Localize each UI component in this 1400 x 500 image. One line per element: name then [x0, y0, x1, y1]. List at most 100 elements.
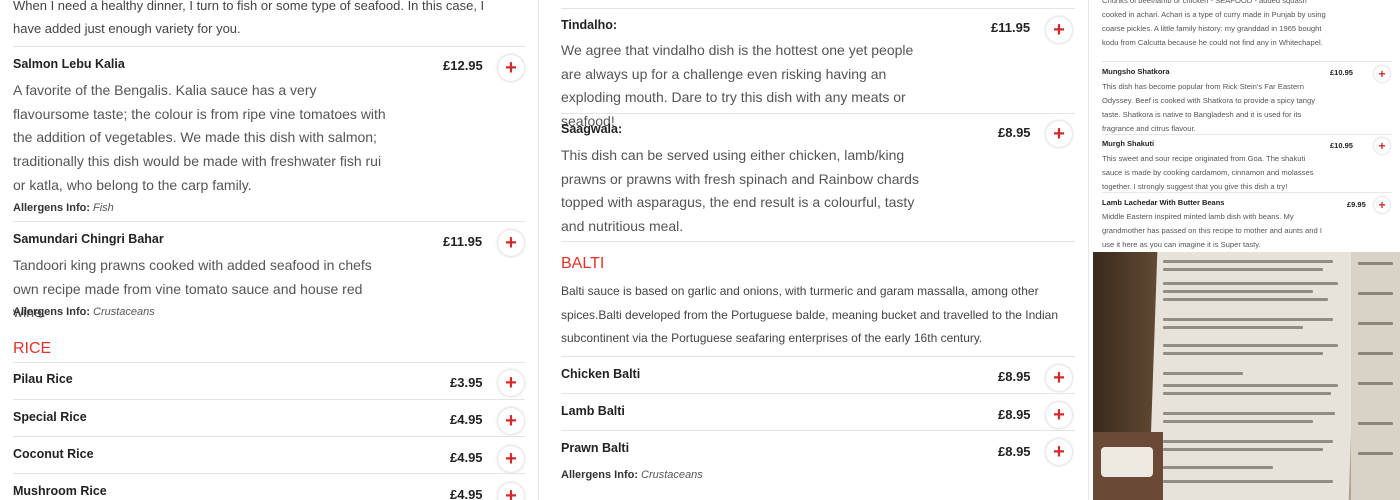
photo-text-line [1163, 412, 1335, 415]
item-name: Salmon Lebu Kalia [13, 57, 125, 71]
photo-text-line [1358, 382, 1393, 385]
menu-item-samundari-chingri-bahar: Samundari Chingri Bahar £11.95 + Tandoor… [13, 221, 525, 327]
item-price: £4.95 [450, 487, 483, 500]
add-to-cart-button[interactable]: + [1374, 197, 1390, 213]
add-to-cart-button[interactable]: + [498, 55, 524, 81]
item-name: Mungsho Shatkora [1102, 67, 1170, 76]
item-name: Coconut Rice [13, 447, 94, 461]
item-name: Murgh Shakuti [1102, 139, 1155, 148]
add-to-cart-button[interactable]: + [1046, 365, 1072, 391]
menu-item-chicken-balti: Chicken Balti £8.95 + [561, 356, 1075, 393]
menu-item-pilau-rice: Pilau Rice £3.95 + [13, 362, 525, 399]
photo-text-line [1163, 372, 1243, 375]
item-description: This dish can be served using either chi… [561, 147, 919, 235]
photo-text-line [1163, 318, 1333, 321]
menu-panel-middle: Tindalho: £11.95 + We agree that vindalh… [541, 0, 1085, 500]
item-price: £10.95 [1330, 68, 1353, 77]
allergen-label: Allergens Info: [13, 306, 91, 318]
add-to-cart-button[interactable]: + [498, 483, 524, 500]
photo-text-line [1163, 260, 1333, 263]
item-name: Special Rice [13, 410, 87, 424]
photo-text-line [1358, 352, 1393, 355]
item-description: Middle Eastern inspired minted lamb dish… [1102, 212, 1322, 249]
photo-text-line [1163, 440, 1333, 443]
item-name: Mushroom Rice [13, 484, 107, 498]
item-price: £9.95 [1347, 200, 1366, 209]
menu-item-mushroom-rice: Mushroom Rice £4.95 + [13, 473, 525, 500]
balti-description: Balti sauce is based on garlic and onion… [561, 284, 1058, 346]
photo-text-line [1163, 268, 1323, 271]
item-name: Chicken Balti [561, 367, 641, 381]
photo-text-line [1163, 352, 1323, 355]
add-to-cart-button[interactable]: + [498, 408, 524, 434]
photo-text-line [1358, 292, 1393, 295]
menu-item-saagwala: Saagwala: £8.95 + This dish can be serve… [561, 113, 1075, 241]
photo-text-line [1163, 420, 1313, 423]
separator [561, 241, 1075, 243]
menu-item-lamb-balti: Lamb Balti £8.95 + [561, 393, 1075, 430]
add-to-cart-button[interactable]: + [498, 446, 524, 472]
item-name: Lamb Lachedar With Butter Beans [1102, 198, 1225, 207]
add-to-cart-button[interactable]: + [498, 230, 524, 256]
menu-paper-edge [1351, 252, 1400, 500]
photo-text-line [1163, 298, 1328, 301]
allergen-value: Crustaceans [93, 306, 155, 318]
mini-item-mungsho-shatkora: Mungsho Shatkora £10.95 + This dish has … [1102, 61, 1392, 134]
mini-menu-screenshot: Chunks of beef/lamb or chicken - SEAFOOD… [1093, 0, 1400, 252]
photo-text-line [1163, 344, 1338, 347]
printed-menu-photo [1093, 252, 1400, 500]
photo-text-line [1163, 448, 1323, 451]
menu-item-prawn-balti: Prawn Balti £8.95 + Allergens Info: Crust… [561, 430, 1075, 490]
photo-text-line [1358, 422, 1393, 425]
item-price: £3.95 [450, 375, 483, 390]
allergen-value: Crustaceans [641, 469, 703, 481]
add-to-cart-button[interactable]: + [1046, 402, 1072, 428]
item-price: £8.95 [998, 125, 1031, 140]
add-to-cart-button[interactable]: + [1046, 439, 1072, 465]
add-to-cart-button[interactable]: + [1046, 121, 1072, 147]
item-price: £11.95 [443, 234, 483, 249]
item-name: Samundari Chingri Bahar [13, 232, 164, 246]
allergen-info: Allergens Info: Fish [13, 202, 114, 214]
photo-text-line [1163, 326, 1303, 329]
add-to-cart-button[interactable]: + [1374, 66, 1390, 82]
photo-text-line [1358, 452, 1393, 455]
allergen-value: Fish [93, 202, 114, 214]
section-title-rice: RICE [13, 340, 52, 357]
photo-text-line [1163, 282, 1338, 285]
item-price: £4.95 [450, 450, 483, 465]
allergen-label: Allergens Info: [13, 202, 91, 214]
photo-text-line [1163, 466, 1273, 469]
add-to-cart-button[interactable]: + [1046, 17, 1072, 43]
allergen-info: Allergens Info: Crustaceans [13, 306, 155, 318]
photo-text-line [1163, 392, 1331, 395]
add-to-cart-button[interactable]: + [1374, 138, 1390, 154]
item-name: Prawn Balti [561, 441, 630, 455]
column-divider [538, 0, 539, 500]
allergen-label: Allergens Info: [561, 469, 639, 481]
photo-text-line [1163, 384, 1338, 387]
menu-item-tindalho: Tindalho: £11.95 + We agree that vindalh… [561, 8, 1075, 129]
photo-text-line [1163, 290, 1313, 293]
cup [1101, 447, 1153, 477]
mini-intro-text: Chunks of beef/lamb or chicken - SEAFOOD… [1102, 0, 1326, 47]
item-name: Tindalho: [561, 18, 618, 32]
item-price: £8.95 [998, 444, 1031, 459]
add-to-cart-button[interactable]: + [498, 370, 524, 396]
item-name: Pilau Rice [13, 372, 73, 386]
item-price: £8.95 [998, 369, 1031, 384]
item-price: £8.95 [998, 407, 1031, 422]
photo-text-line [1358, 322, 1393, 325]
photo-text-line [1163, 480, 1333, 483]
item-name: Lamb Balti [561, 404, 625, 418]
mini-item-murgh-shakuti: Murgh Shakuti £10.95 + This sweet and so… [1102, 134, 1392, 192]
mini-item-lamb-lachedar: Lamb Lachedar With Butter Beans £9.95 + … [1102, 192, 1392, 252]
section-title-balti: BALTI [561, 255, 605, 272]
item-description: This dish has become popular from Rick S… [1102, 82, 1316, 133]
item-price: £10.95 [1330, 141, 1353, 150]
menu-item-coconut-rice: Coconut Rice £4.95 + [13, 436, 525, 473]
photo-text-line [1358, 262, 1393, 265]
item-price: £12.95 [443, 58, 483, 73]
seafood-intro: When I need a healthy dinner, I turn to … [13, 0, 485, 36]
menu-panel-right: Chunks of beef/lamb or chicken - SEAFOOD… [1093, 0, 1400, 500]
